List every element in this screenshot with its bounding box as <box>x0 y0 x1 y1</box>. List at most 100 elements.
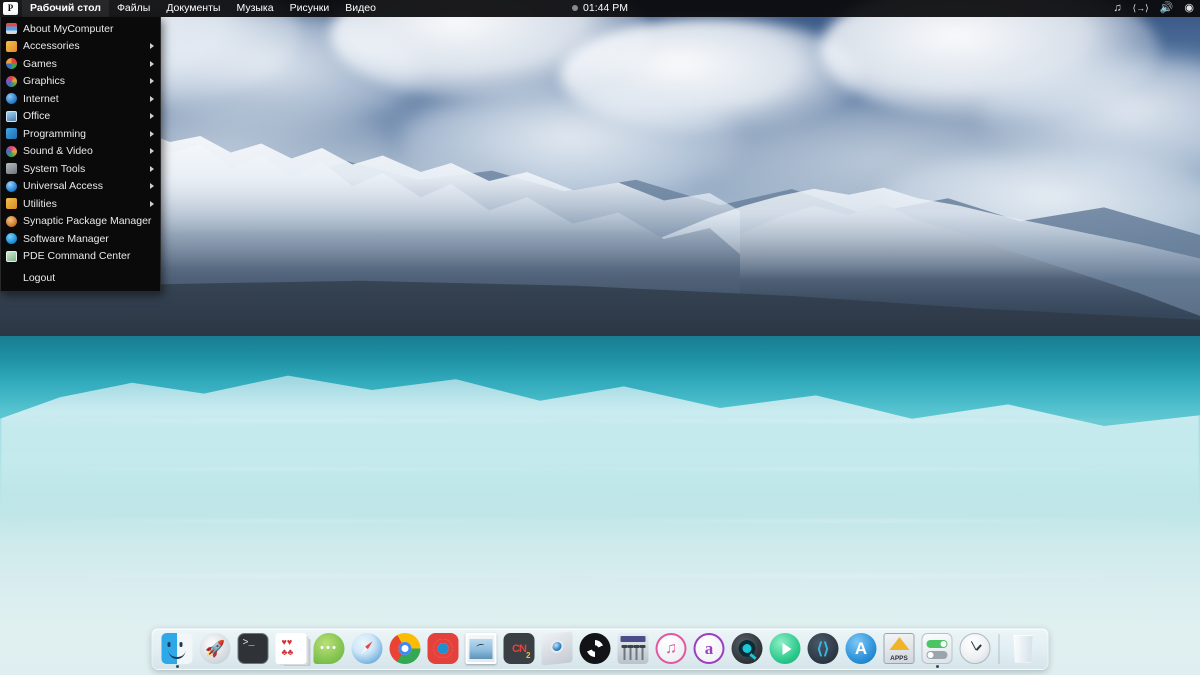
cards-icon: ♥♥ ♣♣ <box>275 633 307 664</box>
menu-item-label: Logout <box>23 271 56 284</box>
synaptic-icon <box>6 215 17 227</box>
dock-item-terminal[interactable]: >_ <box>236 631 271 666</box>
dock-item-clock[interactable] <box>958 631 993 666</box>
dock-item-trash[interactable] <box>1006 631 1041 666</box>
cn-badge: 2 <box>526 651 531 660</box>
running-indicator <box>935 665 939 668</box>
opera-core-icon <box>437 643 449 654</box>
sound-video-icon <box>6 145 17 157</box>
dock-separator <box>998 634 1000 664</box>
slider-icon[interactable]: ⟨→⟩ <box>1133 0 1149 17</box>
menu-item-about-mycomputer[interactable]: About MyComputer <box>1 20 160 38</box>
kodi-icon: ⟨⟩ <box>807 633 839 664</box>
accessories-icon <box>6 40 17 52</box>
quicktime-tail-icon <box>749 653 757 660</box>
menu-item-system-tools[interactable]: System Tools <box>1 160 160 178</box>
menu-item-logout[interactable]: Logout <box>1 269 160 287</box>
compass-needle-icon <box>358 639 376 658</box>
dock-item-itunes[interactable]: ♫ <box>654 631 689 666</box>
dock-item-safari[interactable] <box>350 631 385 666</box>
menu-item-label: Software Manager <box>23 232 109 245</box>
dock-item-app-store[interactable]: A <box>844 631 879 666</box>
menu-item-graphics[interactable]: Graphics <box>1 73 160 91</box>
menu-item-label: Utilities <box>23 197 57 210</box>
messages-icon <box>313 633 345 664</box>
mixer-icon <box>617 633 649 664</box>
menubar-item-files[interactable]: Файлы <box>109 0 158 17</box>
dock-item-launchpad[interactable]: 🚀 <box>198 631 233 666</box>
submenu-arrow-icon <box>150 183 154 190</box>
cn-app-icon: CN 2 <box>503 633 535 664</box>
dock-item-media-player[interactable] <box>768 631 803 666</box>
dock-item-obs[interactable] <box>578 631 613 666</box>
menubar-item-video[interactable]: Видео <box>337 0 384 17</box>
programming-icon <box>6 128 17 140</box>
water-ripple <box>0 520 1200 522</box>
dock-item-opera[interactable] <box>426 631 461 666</box>
menu-item-label: Sound & Video <box>23 145 93 158</box>
opera-icon <box>427 633 459 664</box>
menu-item-label: Office <box>23 110 51 123</box>
menu-item-software-manager[interactable]: Software Manager <box>1 230 160 248</box>
menu-item-universal-access[interactable]: Universal Access <box>1 178 160 196</box>
mixer-fader <box>621 645 628 660</box>
menu-item-games[interactable]: Games <box>1 55 160 73</box>
menu-item-label: Graphics <box>23 75 66 88</box>
dock-item-screenshot[interactable] <box>540 631 575 666</box>
chrome-icon <box>389 633 421 664</box>
finder-icon <box>161 633 193 664</box>
volume-icon[interactable]: 🔊 <box>1160 0 1174 17</box>
dock-item-cn-app[interactable]: CN 2 <box>502 631 537 666</box>
music-note-icon: ♫ <box>665 639 677 657</box>
menubar-item-pictures[interactable]: Рисунки <box>282 0 338 17</box>
menu-item-pde-command-center[interactable]: PDE Command Center <box>1 248 160 266</box>
system-logo-icon[interactable]: P <box>3 2 18 15</box>
dock-item-kodi[interactable]: ⟨⟩ <box>806 631 841 666</box>
rocket-icon: 🚀 <box>205 640 225 658</box>
dock-item-quicktime[interactable] <box>730 631 765 666</box>
menu-item-label: PDE Command Center <box>23 250 131 263</box>
dock-item-cards[interactable]: ♥♥ ♣♣ <box>274 631 309 666</box>
menubar-status-area: ♫ ⟨→⟩ 🔊 ◉ <box>1113 0 1194 17</box>
menu-item-programming[interactable]: Programming <box>1 125 160 143</box>
dock: 🚀 >_ ♥♥ ♣♣ CN 2 ♫ a ⟨⟩ A APPS <box>151 628 1049 670</box>
submenu-arrow-icon <box>150 78 154 85</box>
dock-item-finder[interactable] <box>160 631 195 668</box>
menu-item-label: Programming <box>23 127 87 140</box>
graphics-icon <box>6 75 17 87</box>
menubar-item-documents[interactable]: Документы <box>158 0 228 17</box>
clock-minute-hand <box>970 640 977 651</box>
menu-item-sound-video[interactable]: Sound & Video <box>1 143 160 161</box>
submenu-arrow-icon <box>150 200 154 207</box>
app-store-icon: A <box>845 633 877 664</box>
dock-item-amazon[interactable]: a <box>692 631 727 666</box>
menu-item-accessories[interactable]: Accessories <box>1 38 160 56</box>
menu-item-office[interactable]: Office <box>1 108 160 126</box>
toggle-off-icon <box>926 651 948 659</box>
submenu-arrow-icon <box>150 43 154 50</box>
apps-folder-icon: APPS <box>883 633 915 664</box>
menu-item-internet[interactable]: Internet <box>1 90 160 108</box>
dock-item-chrome[interactable] <box>388 631 423 666</box>
dock-item-messages[interactable] <box>312 631 347 666</box>
settings-icon[interactable]: ◉ <box>1184 0 1194 17</box>
media-player-icon <box>769 633 801 664</box>
menubar-item-music[interactable]: Музыка <box>228 0 281 17</box>
menu-item-utilities[interactable]: Utilities <box>1 195 160 213</box>
play-triangle-icon <box>782 642 792 655</box>
water-ripple <box>0 420 1200 422</box>
amazon-icon: a <box>693 633 725 664</box>
safari-icon <box>351 633 383 664</box>
dock-item-apps-folder[interactable]: APPS <box>882 631 917 666</box>
dock-item-photos[interactable] <box>464 631 499 666</box>
submenu-arrow-icon <box>150 95 154 102</box>
menubar-item-desktop[interactable]: Рабочий стол <box>22 0 109 17</box>
music-note-icon[interactable]: ♫ <box>1113 0 1121 17</box>
clock-icon <box>959 633 991 664</box>
kodi-glyph-icon: ⟨⟩ <box>816 640 830 658</box>
dock-item-mixer[interactable] <box>616 631 651 666</box>
dock-item-system-settings[interactable] <box>920 631 955 668</box>
system-settings-icon <box>921 633 953 664</box>
menu-item-synaptic-package-manager[interactable]: Synaptic Package Manager <box>1 213 160 231</box>
water-ripple <box>0 468 1200 470</box>
